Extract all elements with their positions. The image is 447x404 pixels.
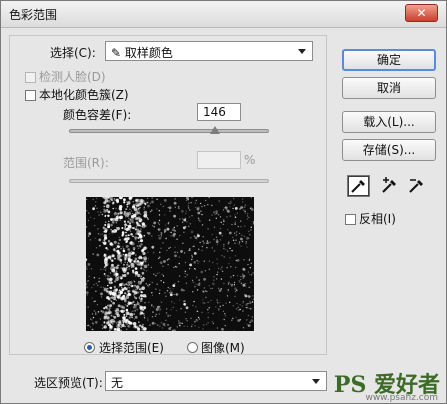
eyedropper-plus-icon: [382, 177, 396, 193]
eyedropper-small-icon: ✎: [111, 46, 122, 60]
selection-radio-label: 选择范围(E): [99, 341, 164, 355]
eyedropper-icon: [351, 180, 365, 193]
invert-label: 反相(I): [359, 212, 396, 226]
watermark-url: www.psahz.com: [365, 393, 438, 403]
chevron-down-icon: [312, 379, 320, 384]
image-radio[interactable]: [187, 342, 198, 353]
fuzziness-label: 颜色容差(F):: [63, 108, 132, 122]
select-value-wrap: ✎ 取样颜色: [111, 44, 173, 61]
eyedropper-subtract-tool[interactable]: [405, 175, 428, 197]
detect-faces-label: 检测人脸(D): [39, 70, 106, 84]
selection-preview-image: [86, 197, 254, 331]
chevron-down-icon: [298, 49, 306, 54]
range-slider-track[interactable]: [69, 179, 269, 183]
range-unit: %: [244, 153, 256, 167]
selection-preview-dropdown[interactable]: 无: [105, 371, 327, 391]
save-button[interactable]: 存储(S)...: [342, 139, 436, 161]
invert-checkbox[interactable]: [345, 214, 356, 225]
fuzziness-input[interactable]: 146: [197, 103, 241, 121]
color-range-dialog: 色彩范围 ✕ 选择(C): ✎ 取样颜色 检测人脸(D) 本地化颜色簇(Z) 颜…: [0, 0, 447, 404]
select-value: 取样颜色: [124, 46, 173, 60]
dialog-title: 色彩范围: [9, 8, 58, 22]
preview-noise-texture: [86, 197, 254, 331]
range-label: 范围(R):: [63, 156, 109, 170]
detect-faces-checkbox[interactable]: [25, 72, 36, 83]
select-dropdown[interactable]: ✎ 取样颜色: [105, 41, 313, 61]
load-button[interactable]: 载入(L)...: [342, 111, 436, 133]
eyedropper-add-tool[interactable]: [378, 175, 401, 197]
selection-radio[interactable]: [84, 342, 95, 353]
localized-clusters-label: 本地化颜色簇(Z): [39, 88, 129, 102]
title-bar: 色彩范围 ✕: [1, 1, 446, 28]
localized-clusters-checkbox[interactable]: [25, 90, 36, 101]
selection-preview-label: 选区预览(T):: [34, 376, 103, 390]
close-button[interactable]: ✕: [405, 4, 438, 22]
fuzziness-slider-track[interactable]: [69, 129, 269, 133]
eyedropper-tool[interactable]: [347, 175, 370, 197]
fuzziness-slider-thumb[interactable]: [210, 126, 220, 134]
ok-button[interactable]: 确定: [342, 49, 436, 71]
image-radio-label: 图像(M): [201, 341, 245, 355]
eyedropper-minus-icon: [409, 179, 423, 193]
selection-preview-value: 无: [111, 376, 124, 390]
range-input[interactable]: [197, 151, 241, 169]
cancel-button[interactable]: 取消: [342, 77, 436, 99]
select-label: 选择(C):: [50, 46, 96, 60]
